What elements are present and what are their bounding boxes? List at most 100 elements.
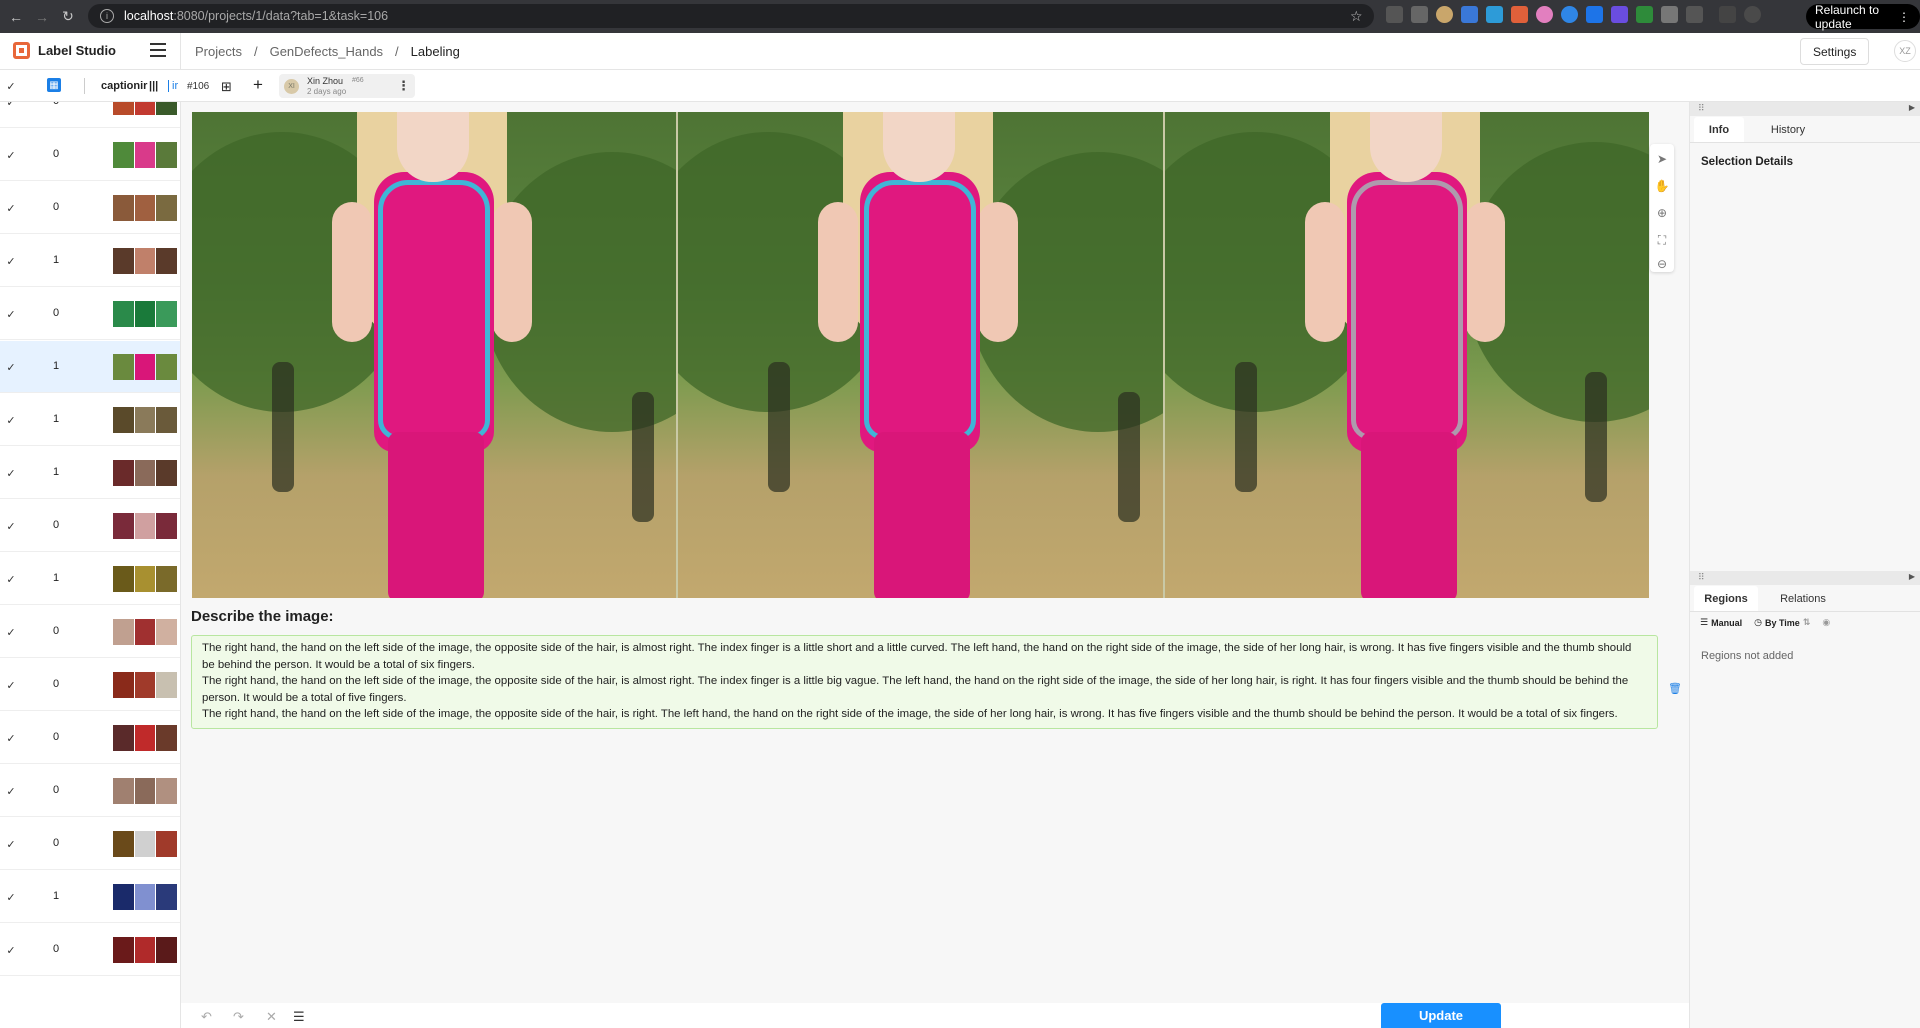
task-row[interactable]: ✓ 1 (0, 394, 180, 446)
add-annotation-icon[interactable]: + (253, 75, 263, 95)
task-row[interactable]: ✓0 (0, 102, 180, 128)
task-checkbox[interactable]: ✓ (5, 255, 17, 268)
address-bar[interactable]: i localhost:8080/projects/1/data?tab=1&t… (88, 4, 1374, 28)
extension-icon[interactable] (1561, 6, 1578, 23)
task-checkbox[interactable]: ✓ (5, 573, 17, 586)
extension-icon[interactable] (1536, 6, 1553, 23)
task-checkbox[interactable]: ✓ (5, 944, 17, 957)
columns-icon[interactable]: ||| (149, 80, 158, 92)
zoom-out-icon[interactable]: ⊖ (1655, 257, 1669, 271)
task-checkbox[interactable]: ✓ (5, 891, 17, 904)
reload-icon[interactable]: ↻ (58, 7, 78, 27)
forward-icon[interactable]: → (32, 7, 52, 27)
redo-icon[interactable]: ↷ (233, 1009, 244, 1025)
collapse-icon[interactable]: ▶ (1909, 572, 1915, 581)
pan-hand-icon[interactable]: ✋ (1655, 179, 1670, 193)
tab-info[interactable]: Info (1694, 117, 1744, 142)
task-row[interactable]: ✓0 (0, 606, 180, 658)
task-checkbox[interactable]: ✓ (5, 202, 17, 215)
task-checkbox[interactable]: ✓ (5, 838, 17, 851)
relaunch-button[interactable]: Relaunch to update ⋮ (1806, 3, 1920, 31)
task-row[interactable]: ✓0 (0, 288, 180, 340)
reset-icon[interactable]: ✕ (266, 1009, 277, 1025)
puzzle-icon[interactable] (1686, 6, 1703, 23)
extension-icon[interactable] (1486, 6, 1503, 23)
task-checkbox[interactable]: ✓ (5, 626, 17, 639)
answer-textarea[interactable]: The right hand, the hand on the left sid… (191, 635, 1658, 729)
extension-icon[interactable] (1661, 6, 1678, 23)
task-checkbox[interactable]: ✓ (5, 149, 17, 162)
extension-icon[interactable] (1511, 6, 1528, 23)
task-row[interactable]: ✓0 (0, 182, 180, 234)
site-info-icon[interactable]: i (100, 9, 114, 23)
drag-handle-icon[interactable]: ⠿ (1698, 572, 1705, 583)
menu-icon[interactable] (150, 43, 166, 57)
by-time-button[interactable]: ◷ By Time ⇅ (1754, 617, 1810, 628)
drag-handle-icon[interactable]: ⠿ (1698, 103, 1705, 114)
back-icon[interactable]: ← (6, 7, 26, 27)
app-logo[interactable]: Label Studio (13, 42, 116, 59)
profile-icon[interactable] (1744, 6, 1761, 23)
grid-view-icon[interactable]: ▦ (47, 78, 61, 92)
task-row[interactable]: ✓0 (0, 924, 180, 976)
task-checkbox[interactable]: ✓ (5, 520, 17, 533)
panel-handle[interactable]: ⠿ ▶ (1690, 571, 1920, 585)
task-value: 1 (53, 360, 60, 372)
task-checkbox[interactable]: ✓ (5, 467, 17, 480)
extension-icon[interactable] (1611, 6, 1628, 23)
task-row[interactable]: ✓0 (0, 659, 180, 711)
bookmark-star-icon[interactable]: ☆ (1350, 8, 1363, 25)
task-row[interactable]: ✓ 1 (0, 871, 180, 923)
task-checkbox[interactable]: ✓ (5, 785, 17, 798)
zoom-in-icon[interactable]: ⊕ (1655, 206, 1669, 220)
column-header-ir[interactable]: ir (168, 80, 178, 92)
undo-icon[interactable]: ↶ (201, 1009, 212, 1025)
task-row[interactable]: ✓ 1 (0, 341, 180, 393)
task-row[interactable]: ✓0 (0, 129, 180, 181)
download-icon[interactable] (1719, 6, 1736, 23)
collapse-icon[interactable]: ▶ (1909, 103, 1915, 112)
task-id: #106 (187, 81, 210, 92)
annotations-grid-icon[interactable]: ⊞ (221, 79, 232, 95)
task-thumbnail (113, 513, 178, 539)
manual-order-button[interactable]: ☰ Manual (1700, 617, 1742, 628)
more-options-icon[interactable]: ⋮ (397, 78, 410, 94)
tab-history[interactable]: History (1758, 117, 1818, 142)
task-checkbox[interactable]: ✓ (5, 679, 17, 692)
task-checkbox[interactable]: ✓ (5, 732, 17, 745)
settings-sliders-icon[interactable]: ☰ (293, 1009, 305, 1025)
column-header[interactable]: captionir (101, 80, 147, 92)
task-checkbox[interactable]: ✓ (5, 102, 17, 109)
task-row[interactable]: ✓0 (0, 712, 180, 764)
settings-button[interactable]: Settings (1800, 38, 1870, 65)
panel-handle[interactable]: ⠿ ▶ (1690, 102, 1920, 116)
pointer-icon[interactable]: ➤ (1655, 152, 1669, 166)
task-checkbox[interactable]: ✓ (5, 414, 17, 427)
trash-icon[interactable]: 🗑 (1668, 682, 1682, 695)
task-checkbox[interactable]: ✓ (5, 361, 17, 374)
visibility-icon[interactable]: ◉ (1822, 617, 1830, 628)
extension-icon[interactable] (1636, 6, 1653, 23)
task-row[interactable]: ✓0 (0, 500, 180, 552)
task-row[interactable]: ✓0 (0, 818, 180, 870)
extension-icon[interactable] (1411, 6, 1428, 23)
update-button[interactable]: Update (1381, 1003, 1501, 1028)
task-row[interactable]: ✓ 1 (0, 235, 180, 287)
extension-icon[interactable] (1436, 6, 1453, 23)
tab-relations[interactable]: Relations (1766, 586, 1840, 611)
extension-icon[interactable] (1386, 6, 1403, 23)
breadcrumb-projects[interactable]: Projects (195, 44, 242, 59)
task-row[interactable]: ✓ 1 (0, 553, 180, 605)
annotation-card[interactable]: XI Xin Zhou #66 2 days ago ⋮ (279, 74, 415, 98)
task-checkbox[interactable]: ✓ (5, 308, 17, 321)
extension-icon[interactable] (1586, 6, 1603, 23)
task-row[interactable]: ✓ 1 (0, 447, 180, 499)
extension-icon[interactable] (1461, 6, 1478, 23)
user-avatar[interactable]: XZ (1894, 40, 1916, 62)
select-all-checkbox[interactable]: ✓ (5, 80, 17, 93)
task-row[interactable]: ✓0 (0, 765, 180, 817)
image-viewer[interactable] (192, 112, 1649, 598)
tab-regions[interactable]: Regions (1694, 586, 1758, 611)
breadcrumb-project[interactable]: GenDefects_Hands (270, 44, 383, 59)
fit-icon[interactable]: ⛶ (1655, 233, 1669, 247)
